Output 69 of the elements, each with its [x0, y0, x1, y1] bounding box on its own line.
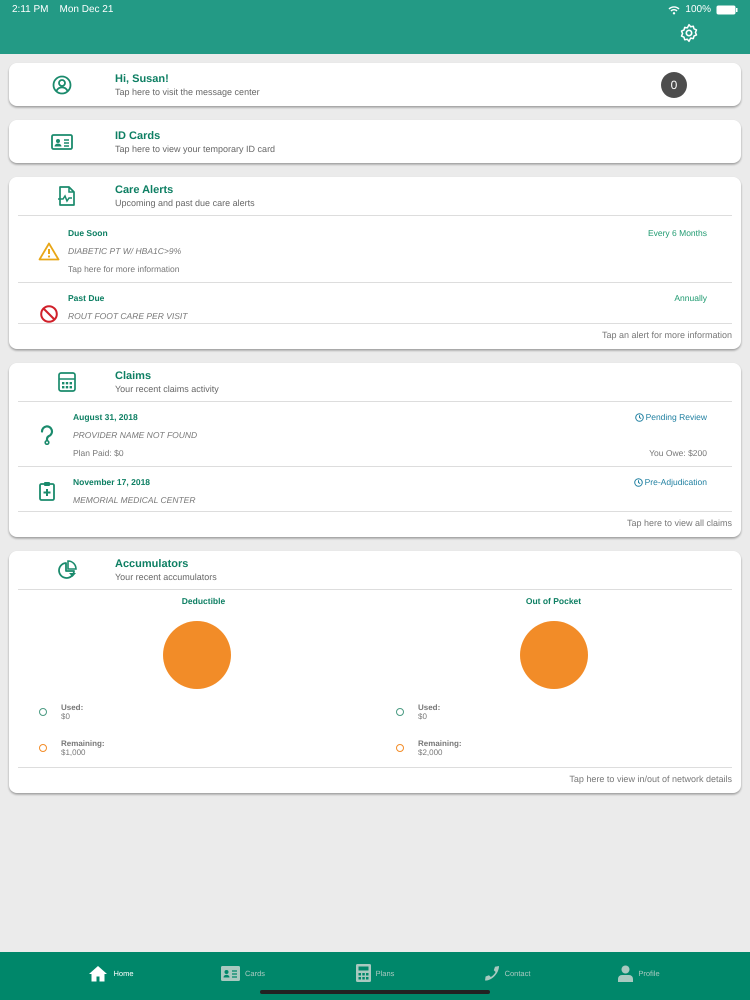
- alert-name: ROUT FOOT CARE PER VISIT: [68, 311, 189, 321]
- legend-value: $0: [418, 712, 428, 721]
- claim-date: November 17, 2018: [73, 477, 150, 487]
- alert-status: Past Due: [68, 293, 104, 303]
- clock-icon: [634, 412, 644, 422]
- user-circle-icon: [52, 74, 72, 94]
- warning-icon: [38, 242, 60, 260]
- alert-status: Due Soon: [68, 228, 108, 238]
- claim-status: Pending Review: [634, 412, 707, 422]
- plan-paid: Plan Paid: $0: [73, 448, 124, 458]
- card-title: Accumulators: [115, 558, 190, 570]
- id-cards-card[interactable]: ID Cards Tap here to view your temporary ID card: [9, 120, 741, 163]
- battery-icon: [716, 4, 738, 14]
- calculator-icon: [356, 964, 371, 982]
- pie-chart: [162, 621, 230, 689]
- accumulator-title: Out of Pocket: [526, 596, 582, 606]
- claim-row[interactable]: August 31, 2018 Pending Review PROVIDER NAME NOT FOUND Plan Paid: $0 You Owe: $200: [18, 402, 732, 467]
- status-time: 2:11 PM: [12, 4, 48, 15]
- accumulator-title: Deductible: [182, 596, 226, 606]
- prohibited-icon: [40, 305, 58, 323]
- status-date: Mon Dec 21: [60, 4, 114, 15]
- wifi-icon: [668, 4, 680, 14]
- claim-provider: PROVIDER NAME NOT FOUND: [73, 430, 198, 440]
- phone-icon: [484, 964, 500, 982]
- legend-value: $1,000: [61, 748, 86, 757]
- card-subtitle: Your recent claims activity: [115, 384, 220, 394]
- claim-status: Pre-Adjudication: [634, 477, 707, 487]
- message-card[interactable]: Hi, Susan! Tap here to visit the message center 0: [9, 63, 741, 106]
- pie-chart: [520, 621, 588, 689]
- alert-name: DIABETIC PT W/ HBA1C>9%: [68, 246, 182, 256]
- claim-date: August 31, 2018: [73, 412, 138, 422]
- claim-row[interactable]: November 17, 2018 Pre-Adjudication MEMORIAL MEDICAL CENTER: [18, 467, 732, 511]
- card-footer-link[interactable]: Tap an alert for more information: [602, 330, 732, 340]
- care-alert-row[interactable]: Past Due Annually ROUT FOOT CARE PER VISIT: [18, 283, 732, 324]
- card-title: Hi, Susan!: [115, 72, 170, 84]
- medical-file-icon: [58, 186, 76, 206]
- legend-label: Remaining:: [61, 739, 105, 748]
- card-footer-link[interactable]: Tap here to view in/out of network details: [569, 774, 732, 784]
- you-owe: You Owe: $200: [649, 448, 707, 458]
- message-count-badge: 0: [661, 72, 687, 98]
- legend-value: $2,000: [418, 748, 444, 757]
- alert-frequency: Annually: [674, 293, 707, 303]
- card-subtitle: Upcoming and past due care alerts: [115, 198, 256, 208]
- alert-frequency: Every 6 Months: [648, 228, 707, 238]
- question-mark-icon: [40, 425, 54, 445]
- pie-chart-icon: [56, 560, 76, 580]
- legend-label: Used:: [61, 703, 84, 712]
- person-icon: [618, 964, 634, 982]
- card-title: ID Cards: [115, 130, 162, 142]
- card-subtitle: Tap here to view your temporary ID card: [115, 144, 276, 154]
- calculator-icon: [58, 372, 76, 392]
- settings-icon[interactable]: [679, 23, 699, 43]
- card-footer-link[interactable]: Tap here to view all claims: [626, 518, 732, 528]
- id-card-icon: [51, 134, 73, 150]
- card-subtitle: Tap here to visit the message center: [115, 86, 261, 96]
- home-icon: [88, 964, 108, 982]
- card-subtitle: Your recent accumulators: [115, 572, 218, 582]
- card-title: Care Alerts: [115, 184, 174, 196]
- legend-value: $0: [61, 712, 71, 721]
- care-alert-row[interactable]: Due Soon Every 6 Months DIABETIC PT W/ HBA1C>9% Tap here for more information: [18, 216, 732, 283]
- card-title: Claims: [115, 370, 152, 382]
- id-card-icon: [220, 966, 240, 980]
- clipboard-plus-icon: [39, 481, 55, 501]
- legend-label: Remaining:: [418, 739, 462, 748]
- battery-percent: 100%: [685, 4, 711, 15]
- legend-label: Used:: [418, 703, 440, 712]
- clock-icon: [634, 478, 643, 486]
- alert-hint: Tap here for more information: [68, 264, 180, 274]
- claim-provider: MEMORIAL MEDICAL CENTER: [73, 495, 196, 505]
